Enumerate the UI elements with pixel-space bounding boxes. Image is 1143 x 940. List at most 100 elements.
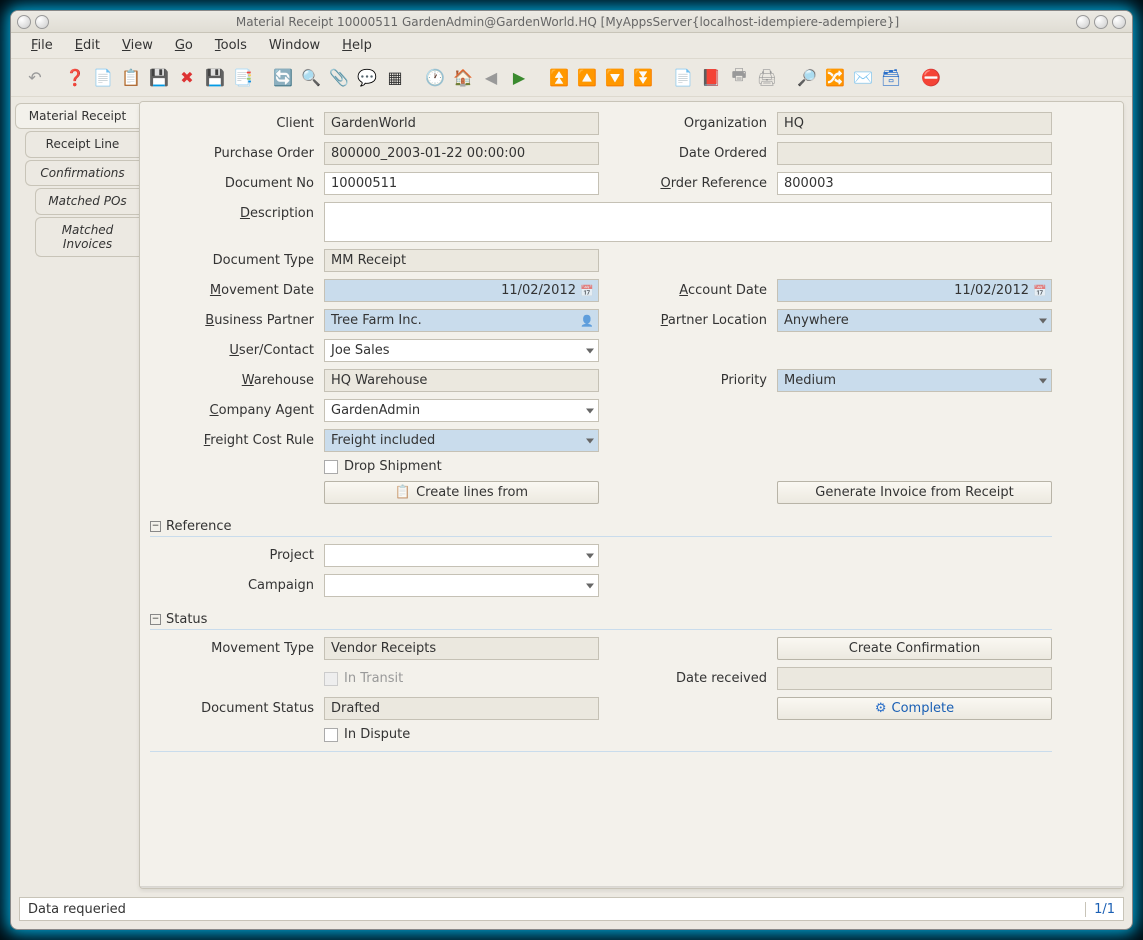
complete-label: Complete [892, 701, 955, 716]
field-priority[interactable]: Medium [777, 369, 1052, 392]
help-icon[interactable]: ❓ [63, 66, 87, 90]
label-purchase-order: Purchase Order [150, 146, 320, 161]
maximize-icon[interactable] [1094, 15, 1108, 29]
zoom-icon[interactable]: 🔎 [795, 66, 819, 90]
first-icon[interactable]: ⏫ [547, 66, 571, 90]
menu-edit[interactable]: Edit [65, 35, 110, 56]
button-generate-invoice[interactable]: Generate Invoice from Receipt [777, 481, 1052, 504]
home-icon[interactable]: 🏠 [451, 66, 475, 90]
detail-icon[interactable]: ▶ [507, 66, 531, 90]
gear-icon: ⚙ [875, 701, 887, 716]
label-account-date: Account Date [603, 283, 773, 298]
field-description[interactable] [324, 202, 1052, 242]
checkbox-in-dispute[interactable]: In Dispute [324, 727, 599, 742]
menu-go[interactable]: Go [165, 35, 203, 56]
delete-icon[interactable]: ✖ [175, 66, 199, 90]
field-freight-cost-rule[interactable]: Freight included [324, 429, 599, 452]
save-icon[interactable]: 💾 [147, 66, 171, 90]
field-partner-location[interactable]: Anywhere [777, 309, 1052, 332]
label-client: Client [150, 116, 320, 131]
section-reference-label: Reference [166, 519, 231, 534]
attachment-icon[interactable]: 📎 [327, 66, 351, 90]
application-window: Material Receipt 10000511 GardenAdmin@Ga… [10, 10, 1133, 930]
workflow-icon[interactable]: 🔀 [823, 66, 847, 90]
button-create-lines-from[interactable]: 📋 Create lines from [324, 481, 599, 504]
history-icon[interactable]: 🕐 [423, 66, 447, 90]
close-icon[interactable] [1112, 15, 1126, 29]
field-user-contact[interactable]: Joe Sales [324, 339, 599, 362]
record-counter: 1/1 [1085, 902, 1115, 917]
separator [150, 751, 1052, 752]
field-document-type[interactable]: MM Receipt [324, 249, 599, 272]
menu-view[interactable]: View [112, 35, 163, 56]
field-movement-type[interactable]: Vendor Receipts [324, 637, 599, 660]
label-description: Description [150, 202, 320, 221]
last-icon[interactable]: ⏬ [631, 66, 655, 90]
field-purchase-order[interactable]: 800000_2003-01-22 00:00:00 [324, 142, 599, 165]
checkbox-drop-shipment[interactable]: Drop Shipment [324, 459, 599, 474]
new-icon[interactable]: 📄 [91, 66, 115, 90]
titlebar: Material Receipt 10000511 GardenAdmin@Ga… [11, 11, 1132, 33]
label-movement-date: Movement Date [150, 283, 320, 298]
next-icon[interactable]: 🔽 [603, 66, 627, 90]
field-project[interactable] [324, 544, 599, 567]
field-campaign[interactable] [324, 574, 599, 597]
label-document-type: Document Type [150, 253, 320, 268]
field-company-agent[interactable]: GardenAdmin [324, 399, 599, 422]
form-panel: Client GardenWorld Organization HQ Purch… [139, 101, 1124, 889]
label-date-received: Date received [603, 671, 773, 686]
copy-record-icon[interactable]: 📑 [231, 66, 255, 90]
parent-icon[interactable]: ◀ [479, 66, 503, 90]
field-client[interactable]: GardenWorld [324, 112, 599, 135]
field-date-received[interactable] [777, 667, 1052, 690]
field-order-reference[interactable]: 800003 [777, 172, 1052, 195]
copy-icon[interactable]: 📋 [119, 66, 143, 90]
label-company-agent: Company Agent [150, 403, 320, 418]
menu-file[interactable]: File [21, 35, 63, 56]
field-warehouse[interactable]: HQ Warehouse [324, 369, 599, 392]
field-document-status[interactable]: Drafted [324, 697, 599, 720]
field-business-partner[interactable]: Tree Farm Inc. [324, 309, 599, 332]
field-movement-date[interactable]: 11/02/2012 [324, 279, 599, 302]
tab-matched-pos[interactable]: Matched POs [35, 188, 139, 214]
product-info-icon[interactable]: 🗃 [879, 66, 903, 90]
label-business-partner: Business Partner [150, 313, 320, 328]
print-icon[interactable]: 🖨 [755, 66, 779, 90]
menu-window[interactable]: Window [259, 35, 330, 56]
button-complete[interactable]: ⚙ Complete [777, 697, 1052, 720]
archive-icon[interactable]: 📕 [699, 66, 723, 90]
menu-tools[interactable]: Tools [205, 35, 257, 56]
checkbox-icon [324, 672, 338, 686]
field-account-date[interactable]: 11/02/2012 [777, 279, 1052, 302]
grid-icon[interactable]: ▦ [383, 66, 407, 90]
button-create-confirmation[interactable]: Create Confirmation [777, 637, 1052, 660]
refresh-icon[interactable]: 🔄 [271, 66, 295, 90]
toolbar: ↶ ❓ 📄 📋 💾 ✖ 💾 📑 🔄 🔍 📎 💬 ▦ 🕐 🏠 ◀ ▶ ⏫ 🔼 🔽 … [11, 59, 1132, 97]
tab-receipt-line[interactable]: Receipt Line [25, 131, 139, 157]
undo-icon[interactable]: ↶ [23, 66, 47, 90]
menubar: File Edit View Go Tools Window Help [11, 33, 1132, 59]
save-create-icon[interactable]: 💾 [203, 66, 227, 90]
label-document-status: Document Status [150, 701, 320, 716]
report-icon[interactable]: 📄 [671, 66, 695, 90]
chat-icon[interactable]: 💬 [355, 66, 379, 90]
tab-matched-invoices[interactable]: Matched Invoices [35, 217, 139, 258]
field-organization[interactable]: HQ [777, 112, 1052, 135]
end-icon[interactable]: ⛔ [919, 66, 943, 90]
minimize-icon[interactable] [1076, 15, 1090, 29]
previous-icon[interactable]: 🔼 [575, 66, 599, 90]
print-preview-icon[interactable]: 🖶 [727, 66, 751, 90]
window-menu-icon[interactable] [17, 15, 31, 29]
label-drop-shipment: Drop Shipment [344, 459, 442, 474]
window-shade-icon[interactable] [35, 15, 49, 29]
find-icon[interactable]: 🔍 [299, 66, 323, 90]
tab-confirmations[interactable]: Confirmations [25, 160, 139, 186]
label-warehouse: Warehouse [150, 373, 320, 388]
field-document-no[interactable]: 10000511 [324, 172, 599, 195]
section-status[interactable]: − Status [150, 608, 1052, 630]
section-reference[interactable]: − Reference [150, 515, 1052, 537]
menu-help[interactable]: Help [332, 35, 382, 56]
tab-material-receipt[interactable]: Material Receipt [15, 103, 139, 129]
request-icon[interactable]: ✉️ [851, 66, 875, 90]
field-date-ordered[interactable] [777, 142, 1052, 165]
